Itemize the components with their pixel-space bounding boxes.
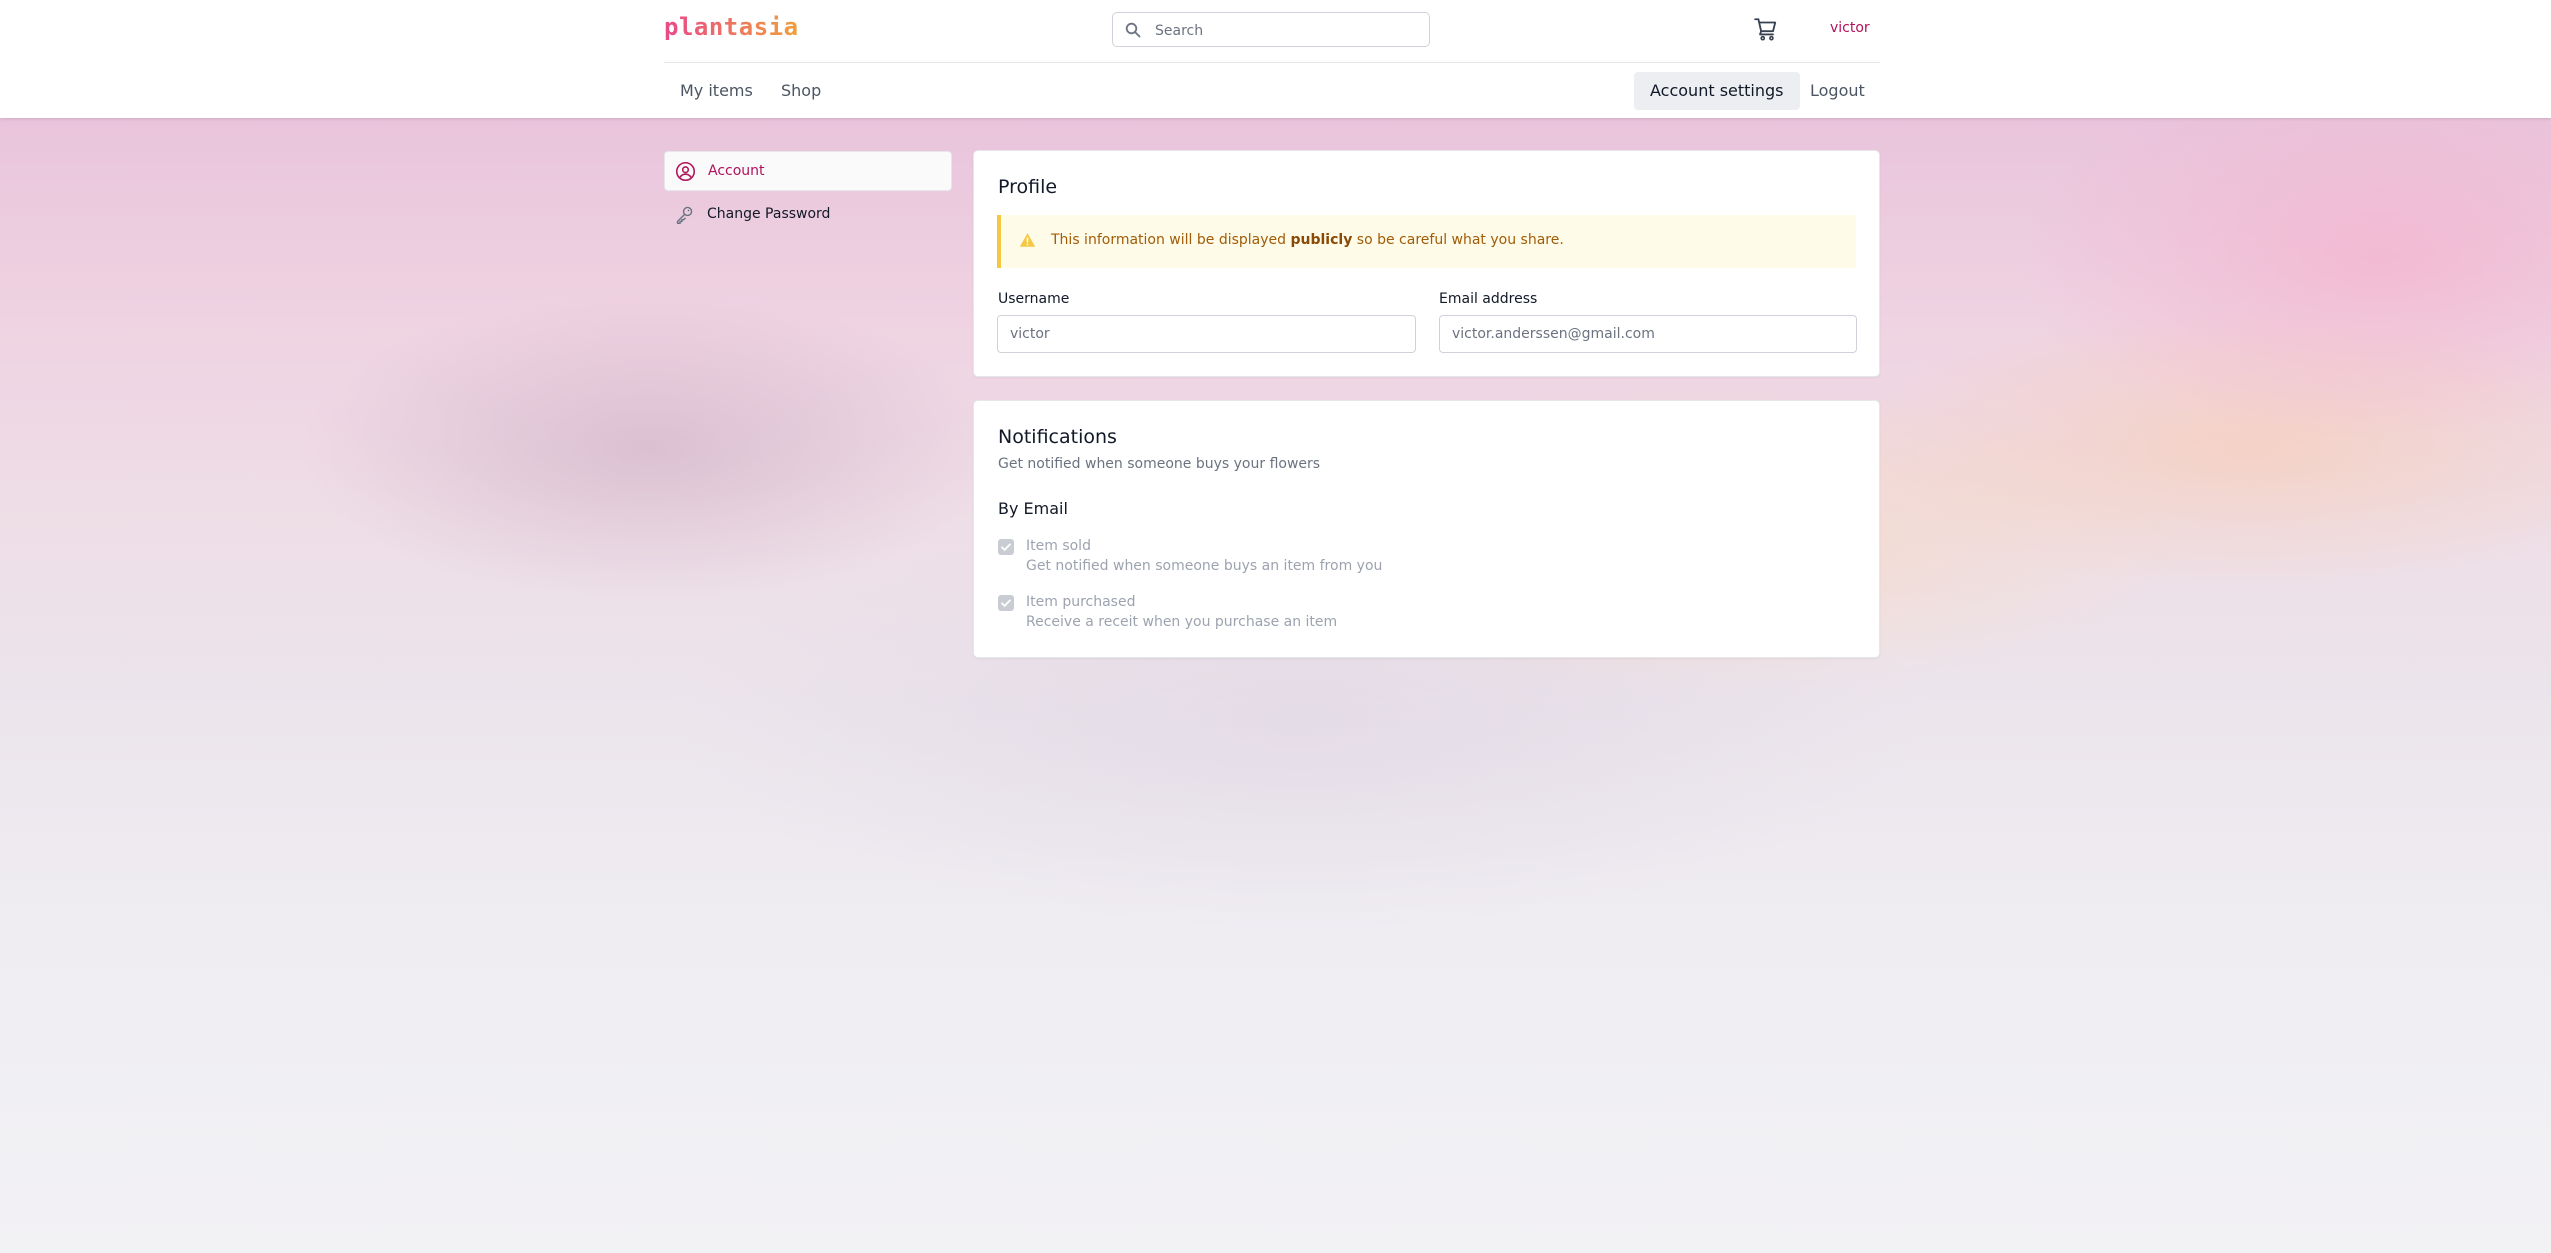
nav-shop[interactable]: Shop bbox=[765, 72, 837, 110]
item-sold-description: Get notified when someone buys an item f… bbox=[1026, 558, 1383, 574]
item-purchased-description: Receive a receit when you purchase an it… bbox=[1026, 614, 1338, 630]
header-divider bbox=[664, 62, 1880, 63]
item-sold-checkbox[interactable] bbox=[998, 539, 1014, 555]
email-label: Email address bbox=[1439, 291, 1538, 307]
username-field[interactable]: victor bbox=[997, 315, 1416, 353]
key-icon bbox=[676, 206, 693, 224]
sidebar-item-account[interactable]: Account bbox=[664, 151, 952, 191]
item-purchased-checkbox[interactable] bbox=[998, 595, 1014, 611]
checkmark-icon bbox=[1001, 599, 1011, 607]
sidebar-item-label: Account bbox=[708, 163, 765, 179]
checkmark-icon bbox=[1001, 543, 1011, 551]
username-label: Username bbox=[998, 291, 1070, 307]
warning-icon bbox=[1019, 233, 1036, 247]
by-email-heading: By Email bbox=[998, 499, 1068, 518]
user-menu-link[interactable]: victor bbox=[1830, 20, 1870, 36]
email-field[interactable]: victor.anderssen@gmail.com bbox=[1439, 315, 1857, 353]
search-input[interactable] bbox=[1153, 17, 1417, 44]
item-purchased-label: Item purchased bbox=[1026, 594, 1136, 610]
sidebar-item-label: Change Password bbox=[707, 206, 831, 222]
search-box[interactable] bbox=[1112, 12, 1430, 47]
profile-card: Profile This information will be display… bbox=[973, 150, 1880, 377]
notifications-card: Notifications Get notified when someone … bbox=[973, 400, 1880, 658]
notifications-title: Notifications bbox=[998, 426, 1117, 448]
user-circle-icon bbox=[675, 161, 696, 182]
notice-emphasis: publicly bbox=[1290, 232, 1353, 248]
cart-icon[interactable] bbox=[1753, 16, 1779, 42]
item-sold-label: Item sold bbox=[1026, 538, 1091, 554]
logo[interactable]: plantasia bbox=[664, 13, 799, 41]
notifications-subtitle: Get notified when someone buys your flow… bbox=[998, 456, 1321, 472]
search-icon bbox=[1125, 22, 1141, 38]
sidebar-item-change-password[interactable]: Change Password bbox=[664, 195, 952, 235]
nav-account-settings[interactable]: Account settings bbox=[1634, 72, 1800, 110]
top-header: plantasia victor My items Shop Account s… bbox=[0, 0, 2551, 118]
notice-text: This information will be displayed publi… bbox=[1051, 232, 1564, 248]
nav-logout[interactable]: Logout bbox=[1794, 72, 1881, 110]
public-info-notice: This information will be displayed publi… bbox=[997, 215, 1856, 268]
nav-my-items[interactable]: My items bbox=[664, 72, 769, 110]
profile-title: Profile bbox=[998, 176, 1058, 198]
